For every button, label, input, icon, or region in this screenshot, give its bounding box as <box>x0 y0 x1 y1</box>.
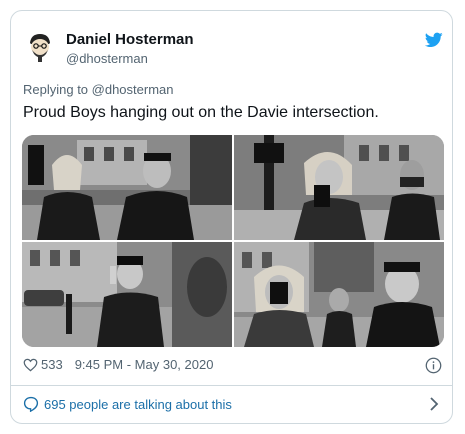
photo-grid[interactable] <box>22 135 444 347</box>
like-count[interactable]: 533 <box>41 357 63 372</box>
tweet-meta: 533 9:45 PM - May 30, 2020 <box>23 357 213 372</box>
photo-1[interactable] <box>22 135 232 240</box>
embedded-tweet-card[interactable]: Daniel Hosterman @dhosterman Replying to… <box>10 10 453 424</box>
tweet-timestamp[interactable]: 9:45 PM - May 30, 2020 <box>75 357 214 372</box>
replying-to-label: Replying to @dhosterman <box>23 82 174 97</box>
conversation-count-label[interactable]: 695 people are talking about this <box>44 397 232 412</box>
heart-icon[interactable] <box>23 358 38 372</box>
chevron-right-icon[interactable] <box>429 397 439 411</box>
divider <box>11 385 452 386</box>
author-avatar[interactable] <box>23 30 57 64</box>
photo-2[interactable] <box>234 135 444 240</box>
twitter-bird-icon[interactable] <box>424 32 443 48</box>
conversation-link[interactable]: 695 people are talking about this <box>23 396 232 413</box>
photo-4[interactable] <box>234 242 444 347</box>
photo-3[interactable] <box>22 242 232 347</box>
info-icon[interactable] <box>425 357 442 374</box>
author-handle[interactable]: @dhosterman <box>66 51 148 66</box>
author-name[interactable]: Daniel Hosterman <box>66 31 194 48</box>
speech-bubble-icon <box>23 396 39 413</box>
tweet-text: Proud Boys hanging out on the Davie inte… <box>23 104 379 121</box>
